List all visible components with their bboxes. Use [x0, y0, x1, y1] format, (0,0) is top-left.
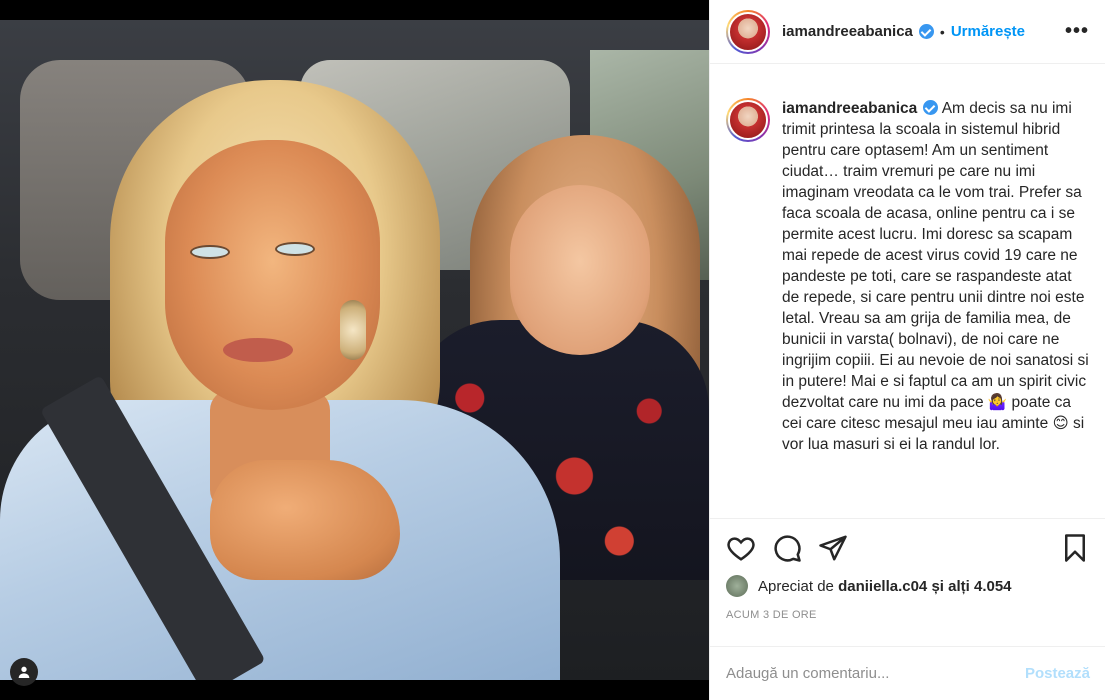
caption: iamandreeabanica Am decis sa nu imi trim… — [782, 98, 1090, 455]
woman-hand — [210, 460, 400, 580]
post-actions: Apreciat de daniiella.c04 și alți 4.054 … — [710, 518, 1105, 621]
girl-face — [510, 185, 650, 355]
caption-avatar[interactable] — [726, 98, 770, 142]
share-icon[interactable] — [818, 533, 848, 563]
woman-face — [165, 140, 380, 410]
liker-avatar[interactable] — [726, 575, 748, 597]
more-options-icon[interactable]: ••• — [1065, 20, 1089, 43]
right-eye — [275, 242, 315, 256]
follow-button[interactable]: Urmărește — [951, 23, 1025, 40]
woman-lips — [223, 338, 293, 362]
photo-image[interactable] — [0, 20, 709, 680]
verified-badge-icon — [923, 100, 939, 115]
author-avatar[interactable] — [726, 9, 770, 54]
bookmark-icon[interactable] — [1060, 533, 1090, 563]
verified-badge-icon — [918, 24, 934, 39]
caption-row: iamandreeabanica Am decis sa nu imi trim… — [726, 98, 1090, 455]
action-icons — [726, 533, 1090, 563]
post-header: iamandreeabanica • Urmărește ••• — [710, 0, 1105, 64]
comments-section[interactable]: iamandreeabanica Am decis sa nu imi trim… — [710, 64, 1105, 518]
user-tag-icon[interactable] — [10, 658, 38, 686]
separator-dot: • — [939, 23, 945, 40]
author-username[interactable]: iamandreeabanica — [782, 23, 913, 40]
caption-username[interactable]: iamandreeabanica — [782, 100, 917, 117]
heart-icon[interactable] — [726, 533, 756, 563]
comment-icon[interactable] — [772, 533, 802, 563]
left-eye — [190, 245, 230, 259]
liker-username[interactable]: daniiella.c04 — [838, 578, 927, 595]
earring — [340, 300, 366, 360]
comment-input[interactable] — [726, 665, 1025, 682]
post-side-panel: iamandreeabanica • Urmărește ••• iamandr… — [709, 0, 1105, 700]
add-comment-bar: Postează — [710, 646, 1105, 700]
post-timestamp[interactable]: ACUM 3 DE ORE — [726, 609, 1090, 621]
likes-count[interactable]: și alți 4.054 — [931, 578, 1011, 595]
post-photo[interactable] — [0, 0, 709, 700]
likes-row: Apreciat de daniiella.c04 și alți 4.054 — [726, 575, 1090, 597]
post-comment-button[interactable]: Postează — [1025, 665, 1090, 682]
likes-prefix: Apreciat de — [758, 577, 834, 595]
caption-text: Am decis sa nu imi trimit printesa la sc… — [782, 100, 1089, 453]
